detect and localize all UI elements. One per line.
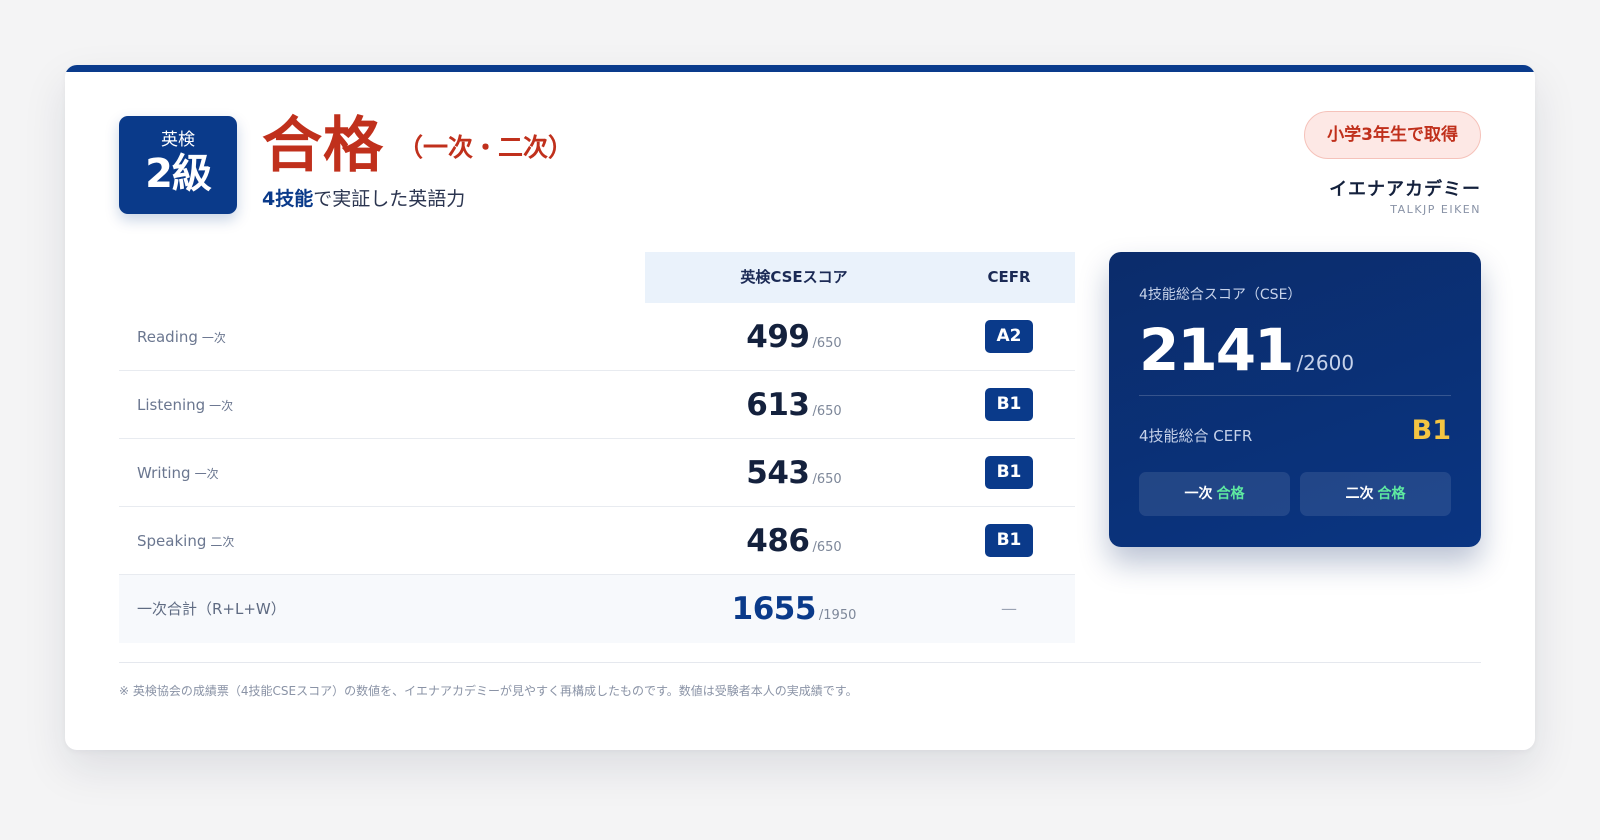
score-table: 英検CSEスコア CEFR Reading 一次 499/650 A2 Liste…: [119, 252, 1075, 643]
cefr-cell: B1: [943, 507, 1075, 575]
card-top-accent-bar: [65, 65, 1535, 72]
result-title: 合格 （一次・二次）: [262, 108, 573, 184]
panel-divider: [1139, 395, 1451, 396]
cefr-empty-dash: —: [1001, 599, 1017, 618]
skill-stage: 一次: [209, 399, 234, 413]
skill-name: Reading: [137, 328, 198, 346]
score-value: 486: [746, 523, 810, 559]
tagline-text: で実証した英語力: [313, 188, 466, 210]
table-row-reading: Reading 一次 499/650 A2: [119, 303, 1075, 371]
skill-stage: 二次: [210, 535, 235, 549]
grade-badge: 英検 2級: [119, 116, 237, 214]
second-stage-result: 合格: [1377, 486, 1406, 502]
cefr-badge: A2: [985, 320, 1033, 353]
score-cell: 486/650: [645, 507, 943, 582]
second-stage-result-pill: 二次 合格: [1300, 472, 1451, 516]
table-row-listening: Listening 一次 613/650 B1: [119, 371, 1075, 439]
total-score: 2141/2600: [1139, 314, 1354, 386]
skill-name: Speaking: [137, 532, 207, 550]
tagline: 4技能で実証した英語力: [262, 187, 465, 211]
cefr-cell: B1: [943, 371, 1075, 439]
skill-label: Listening 一次: [137, 371, 233, 440]
second-stage-label: 二次: [1345, 486, 1374, 502]
total-score-label: 4技能総合スコア（CSE）: [1139, 287, 1302, 303]
pass-heading: 合格: [262, 111, 384, 181]
achievement-badge: 小学3年生で取得: [1304, 111, 1481, 159]
score-cell: 499/650: [645, 303, 943, 378]
grade-badge-label: 英検: [161, 130, 195, 150]
total-cefr-label: 4技能総合 CEFR: [1139, 427, 1253, 445]
skill-label: Reading 一次: [137, 303, 226, 372]
total-label: 一次合計（R+L+W）: [137, 600, 286, 618]
skill-label: Speaking 二次: [137, 507, 234, 576]
score-max: /650: [812, 404, 842, 419]
total-score-max: /1950: [818, 608, 857, 623]
total-cefr-value: B1: [1411, 415, 1451, 446]
table-header: 英検CSEスコア CEFR: [119, 252, 1075, 303]
score-value: 499: [746, 319, 810, 355]
total-cefr-cell: —: [943, 575, 1075, 643]
total-score-max: /2600: [1296, 351, 1355, 375]
score-max: /650: [812, 472, 842, 487]
cefr-badge: B1: [985, 524, 1033, 557]
total-score-value: 1655: [731, 591, 817, 627]
skill-stage: 一次: [194, 467, 219, 481]
total-score-cell: 1655/1950: [645, 575, 943, 650]
header-cse-score: 英検CSEスコア: [740, 268, 848, 286]
eiken-result-card: 英検 2級 合格 （一次・二次） 4技能で実証した英語力 小学3年生で取得 イエナ…: [65, 65, 1535, 750]
cefr-badge: B1: [985, 388, 1033, 421]
footer-divider: [119, 662, 1481, 663]
first-stage-label: 一次: [1184, 486, 1213, 502]
score-value: 543: [746, 455, 810, 491]
table-row-first-stage-total: 一次合計（R+L+W） 1655/1950 —: [119, 575, 1075, 643]
cefr-cell: A2: [943, 303, 1075, 371]
total-score-panel: 4技能総合スコア（CSE） 2141/2600 4技能総合 CEFR B1 一次…: [1109, 252, 1481, 547]
header-cefr: CEFR: [987, 268, 1031, 286]
score-cell: 613/650: [645, 371, 943, 446]
skill-name: Listening: [137, 396, 206, 414]
table-row-writing: Writing 一次 543/650 B1: [119, 439, 1075, 507]
academy-subtitle: TALKJP EIKEN: [1390, 203, 1481, 216]
grade-badge-level: 2級: [145, 151, 212, 197]
total-score-value: 2141: [1139, 316, 1294, 384]
academy-name: イエナアカデミー: [1329, 179, 1481, 200]
cefr-cell: B1: [943, 439, 1075, 507]
table-row-speaking: Speaking 二次 486/650 B1: [119, 507, 1075, 575]
tagline-highlight: 4技能: [262, 188, 314, 210]
skill-stage: 一次: [201, 331, 226, 345]
first-stage-result: 合格: [1216, 486, 1245, 502]
skill-name: Writing: [137, 464, 191, 482]
score-max: /650: [812, 540, 842, 555]
first-stage-result-pill: 一次 合格: [1139, 472, 1290, 516]
pass-stage-detail: （一次・二次）: [398, 133, 574, 162]
cefr-badge: B1: [985, 456, 1033, 489]
score-cell: 543/650: [645, 439, 943, 514]
footnote: ※ 英検協会の成績票（4技能CSEスコア）の数値を、イエナアカデミーが見やすく再…: [119, 684, 858, 698]
skill-label: Writing 一次: [137, 439, 219, 508]
score-max: /650: [812, 336, 842, 351]
score-value: 613: [746, 387, 810, 423]
